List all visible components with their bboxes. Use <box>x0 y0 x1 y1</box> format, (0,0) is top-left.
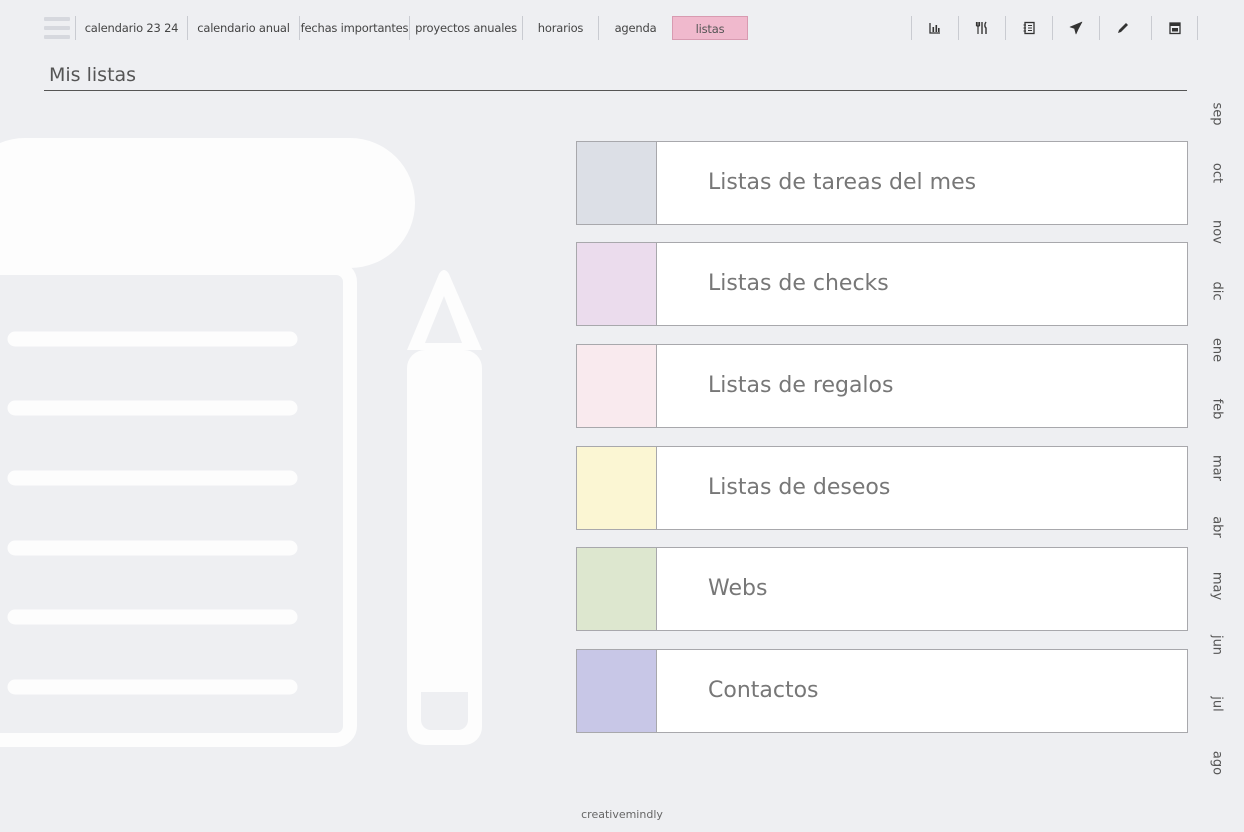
list-item-label: Webs <box>708 576 768 601</box>
notepad-pencil-illustration-icon <box>0 138 482 747</box>
list-item-contactos[interactable]: Contactos <box>576 649 1188 733</box>
month-tab-ago[interactable]: ago <box>1204 741 1230 785</box>
month-label: may <box>1209 571 1225 601</box>
month-tab-feb[interactable]: feb <box>1204 387 1230 431</box>
month-tab-mar[interactable]: mar <box>1204 446 1230 490</box>
list-item-label: Listas de deseos <box>708 475 891 500</box>
color-swatch <box>577 243 657 325</box>
tab-agenda[interactable]: agenda <box>598 16 672 40</box>
month-label: ene <box>1209 337 1225 363</box>
color-swatch <box>577 447 657 529</box>
pencil-icon <box>1118 23 1128 33</box>
calendar-icon <box>1168 22 1181 35</box>
month-tab-dic[interactable]: dic <box>1204 269 1230 313</box>
list-item-label: Listas de checks <box>708 271 889 296</box>
list-item-label: Listas de tareas del mes <box>708 170 977 195</box>
tool-cutlery[interactable] <box>958 16 1005 40</box>
tool-notebook[interactable] <box>1005 16 1052 40</box>
color-swatch <box>577 650 657 732</box>
airplane-icon <box>1069 21 1083 35</box>
page-title: Mis listas <box>49 64 137 86</box>
footer-brand: creativemindly <box>581 808 663 821</box>
list-item-label: Contactos <box>708 678 819 703</box>
list-item-label: Listas de regalos <box>708 373 894 398</box>
tab-calendario-23-24[interactable]: calendario 23 24 <box>75 16 187 40</box>
tool-bar-chart[interactable] <box>911 16 958 40</box>
month-label: sep <box>1209 102 1225 126</box>
tab-proyectos-anuales[interactable]: proyectos anuales <box>409 16 522 40</box>
month-tab-nov[interactable]: nov <box>1204 210 1230 254</box>
month-label: abr <box>1209 516 1225 538</box>
bar-chart-icon <box>929 23 940 34</box>
cutlery-icon <box>975 21 987 34</box>
hamburger-menu-icon[interactable] <box>44 16 70 42</box>
list-item-regalos[interactable]: Listas de regalos <box>576 344 1188 428</box>
color-swatch <box>577 142 657 224</box>
color-swatch <box>577 345 657 427</box>
notebook-icon <box>1023 21 1035 35</box>
month-tab-may[interactable]: may <box>1204 564 1230 608</box>
tab-fechas-importantes[interactable]: fechas importantes <box>299 16 409 40</box>
tool-calendar[interactable] <box>1151 16 1198 40</box>
tool-pencil[interactable] <box>1099 16 1146 40</box>
title-divider <box>44 90 1187 91</box>
top-navigation-bar: calendario 23 24 calendario anual fechas… <box>0 0 1244 57</box>
month-tab-sep[interactable]: sep <box>1204 92 1230 136</box>
month-tab-jul[interactable]: jul <box>1204 682 1230 726</box>
month-tab-jun[interactable]: jun <box>1204 623 1230 667</box>
month-label: mar <box>1209 455 1225 481</box>
list-item-deseos[interactable]: Listas de deseos <box>576 446 1188 530</box>
tab-listas[interactable]: listas <box>672 16 748 40</box>
month-label: nov <box>1209 220 1225 244</box>
month-label: jun <box>1209 634 1225 656</box>
tab-calendario-anual[interactable]: calendario anual <box>187 16 299 40</box>
month-label: dic <box>1209 281 1225 301</box>
month-label: jul <box>1209 696 1225 712</box>
month-tab-abr[interactable]: abr <box>1204 505 1230 549</box>
month-tab-ene[interactable]: ene <box>1204 328 1230 372</box>
tab-horarios[interactable]: horarios <box>522 16 598 40</box>
tool-airplane[interactable] <box>1052 16 1099 40</box>
list-item-tareas-del-mes[interactable]: Listas de tareas del mes <box>576 141 1188 225</box>
month-label: feb <box>1209 398 1225 420</box>
month-tab-oct[interactable]: oct <box>1204 151 1230 195</box>
month-label: oct <box>1209 162 1225 184</box>
list-item-webs[interactable]: Webs <box>576 547 1188 631</box>
month-label: ago <box>1209 750 1225 776</box>
color-swatch <box>577 548 657 630</box>
list-item-checks[interactable]: Listas de checks <box>576 242 1188 326</box>
